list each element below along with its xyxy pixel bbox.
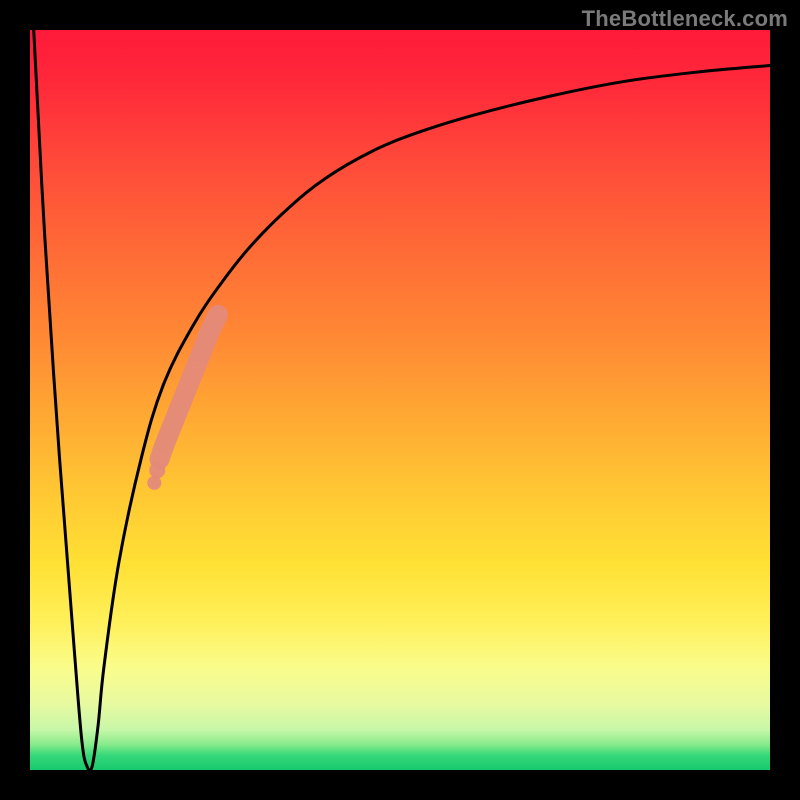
highlight-dot: [149, 462, 165, 478]
curve-svg: [30, 30, 770, 770]
watermark-text: TheBottleneck.com: [582, 6, 788, 32]
curve-path: [34, 30, 770, 771]
highlight-dot: [147, 476, 161, 490]
bottleneck-curve: [34, 30, 770, 771]
highlight-stroke: [160, 315, 218, 459]
chart-frame: TheBottleneck.com: [0, 0, 800, 800]
plot-area: [30, 30, 770, 770]
